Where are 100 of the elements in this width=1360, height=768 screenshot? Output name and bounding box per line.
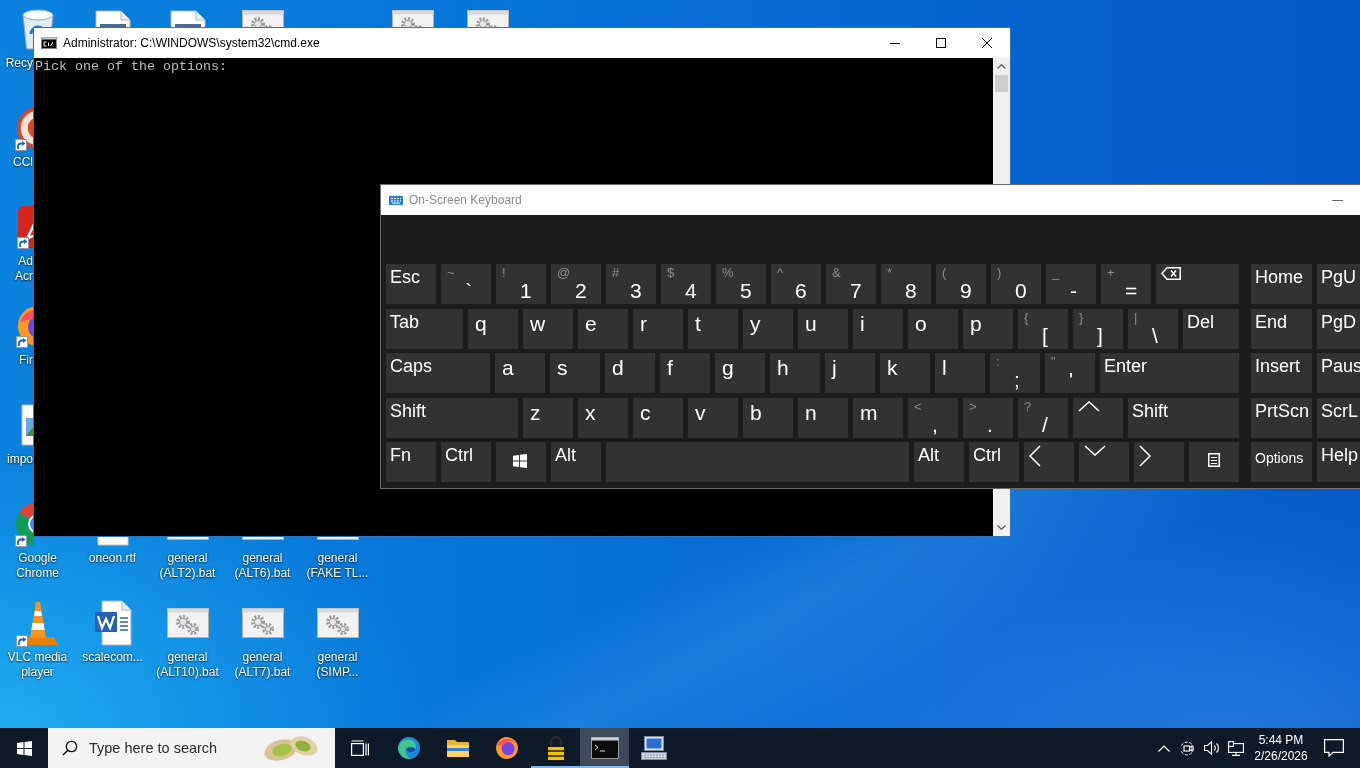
keyboard-key[interactable]: x	[578, 397, 628, 438]
keyboard-key[interactable]: Shift	[386, 397, 518, 438]
keyboard-key[interactable]: h	[770, 353, 820, 393]
keyboard-key[interactable]: q	[468, 308, 518, 349]
desktop-icon-label[interactable]: general (ALT7).bat	[226, 650, 299, 680]
clock-button[interactable]: 5:44 PM 2/26/2026	[1248, 728, 1314, 768]
keyboard-key[interactable]: Alt	[551, 442, 601, 482]
keyboard-key[interactable]: @ 2	[551, 264, 601, 304]
keyboard-key[interactable]: Ctrl	[969, 442, 1019, 482]
desktop-icon-label[interactable]: oneon.rtf	[88, 551, 137, 566]
keyboard-key[interactable]: Insert	[1251, 353, 1312, 393]
keyboard-key[interactable]: | \	[1128, 308, 1178, 349]
backspace-key[interactable]	[1156, 264, 1239, 304]
keyboard-key[interactable]	[1189, 442, 1239, 482]
keyboard-key[interactable]: Ctrl	[441, 442, 491, 482]
keyboard-key[interactable]: m	[853, 397, 903, 438]
keyboard-key[interactable]: } ]	[1073, 308, 1123, 349]
gear-file-icon[interactable]	[241, 608, 284, 638]
document-icon[interactable]	[94, 10, 131, 27]
keyboard-key[interactable]: j	[825, 353, 875, 393]
keyboard-key[interactable]: g	[715, 353, 765, 393]
keyboard-key[interactable]: + =	[1101, 264, 1151, 304]
close-icon	[982, 38, 992, 48]
keyboard-key[interactable]: ( 9	[936, 264, 986, 304]
keyboard-key[interactable]: ^ 6	[771, 264, 821, 304]
desktop-icon-label[interactable]: impo	[0, 452, 33, 467]
keyboard-key[interactable]: Options	[1251, 442, 1312, 482]
keyboard-key[interactable]: t	[688, 308, 738, 349]
keyboard-key[interactable]: ~ `	[441, 264, 491, 304]
desktop-icon-label[interactable]: general (ALT2).bat	[151, 551, 224, 581]
keyboard-key[interactable]: w	[523, 308, 573, 349]
keyboard-key[interactable]: ScrL	[1317, 397, 1360, 438]
image-file-icon[interactable]	[20, 404, 34, 446]
keyboard-key[interactable]: Shift	[1128, 397, 1239, 438]
keyboard-key[interactable]: b	[743, 397, 793, 438]
keyboard-key[interactable]: s	[550, 353, 600, 393]
keyboard-key[interactable]: PgU	[1317, 264, 1360, 304]
keyboard-key[interactable]: & 7	[826, 264, 876, 304]
keyboard-key[interactable]: End	[1251, 308, 1312, 349]
keyboard-key[interactable]: * 8	[881, 264, 931, 304]
desktop-icon-label[interactable]: Recy	[0, 56, 33, 71]
gear-file-icon[interactable]	[466, 10, 509, 27]
gear-file-icon[interactable]	[241, 10, 284, 27]
keyboard-key[interactable]: Tab	[386, 308, 463, 349]
caret-down-icon	[997, 525, 1006, 530]
taskbar-button[interactable]	[580, 728, 629, 768]
keyboard-key[interactable]: c	[633, 397, 683, 438]
keyboard-key[interactable]: _ -	[1046, 264, 1096, 304]
word-document-icon[interactable]	[93, 600, 132, 646]
keyboard-key[interactable]: { [	[1018, 308, 1068, 349]
keyboard-key[interactable]: Fn	[386, 442, 436, 482]
keyboard-key[interactable]: i	[853, 308, 903, 349]
acrobat-icon[interactable]	[16, 205, 34, 249]
keyboard-key[interactable]: e	[578, 308, 628, 349]
gear-file-icon[interactable]	[166, 608, 209, 638]
desktop-icon-label[interactable]: Fir	[0, 353, 33, 368]
scrollbar-thumb[interactable]	[995, 75, 1008, 92]
keyboard-key[interactable]: o	[908, 308, 958, 349]
keyboard-key[interactable]: < ,	[908, 397, 958, 438]
gear-file-icon[interactable]	[391, 10, 434, 27]
keyboard-key[interactable]: : ;	[990, 353, 1040, 393]
keyboard-key[interactable]: PgD	[1317, 308, 1360, 349]
desktop-icon-label[interactable]: Ad Acr	[0, 254, 33, 284]
keyboard-key[interactable]: # 3	[606, 264, 656, 304]
desktop-icon-label[interactable]: CCl	[0, 155, 33, 170]
keyboard-key[interactable]: % 5	[716, 264, 766, 304]
keyboard-key[interactable]: > .	[963, 397, 1013, 438]
keyboard-key[interactable]: p	[963, 308, 1013, 349]
keyboard-key[interactable]: Help	[1317, 442, 1360, 482]
keyboard-key[interactable]: a	[495, 353, 545, 393]
keyboard-key[interactable]: n	[798, 397, 848, 438]
keyboard-key[interactable]: v	[688, 397, 738, 438]
keyboard-key[interactable]: u	[798, 308, 848, 349]
keyboard-key[interactable]: y	[743, 308, 793, 349]
keyboard-key[interactable]: ! 1	[496, 264, 546, 304]
keyboard-key[interactable]: r	[633, 308, 683, 349]
keyboard-key[interactable]: z	[523, 397, 573, 438]
search-input[interactable]: Type here to search	[89, 740, 259, 756]
keyboard-key[interactable]: Alt	[914, 442, 964, 482]
keyboard-key[interactable]: Del	[1183, 308, 1239, 349]
keyboard-key[interactable]: Esc	[386, 264, 436, 304]
keyboard-key[interactable]: Home	[1251, 264, 1312, 304]
keyboard-key[interactable]: k	[880, 353, 930, 393]
keyboard-key[interactable]: PrtScn	[1251, 397, 1312, 438]
keyboard-key[interactable]	[496, 442, 546, 482]
traffic-cone-icon[interactable]	[15, 599, 60, 647]
desktop-icon-label[interactable]: general (ALT6).bat	[226, 551, 299, 581]
keyboard-key[interactable]: " '	[1045, 353, 1095, 393]
keyboard-key[interactable]: ? /	[1018, 397, 1068, 438]
keyboard-key[interactable]: d	[605, 353, 655, 393]
desktop-icon-label[interactable]: general (FAKE TL...	[301, 551, 374, 581]
keyboard-key[interactable]: $ 4	[661, 264, 711, 304]
desktop-icon-label[interactable]: general (SIMP...	[301, 650, 374, 680]
keyboard-key[interactable]: ) 0	[991, 264, 1041, 304]
document-icon[interactable]	[169, 10, 206, 27]
gear-file-icon[interactable]	[316, 608, 359, 638]
keyboard-key[interactable]: l	[935, 353, 985, 393]
keyboard-key[interactable]: f	[660, 353, 710, 393]
keyboard-key[interactable]: Caps	[386, 353, 490, 393]
keyboard-key[interactable]: Enter	[1100, 353, 1239, 393]
